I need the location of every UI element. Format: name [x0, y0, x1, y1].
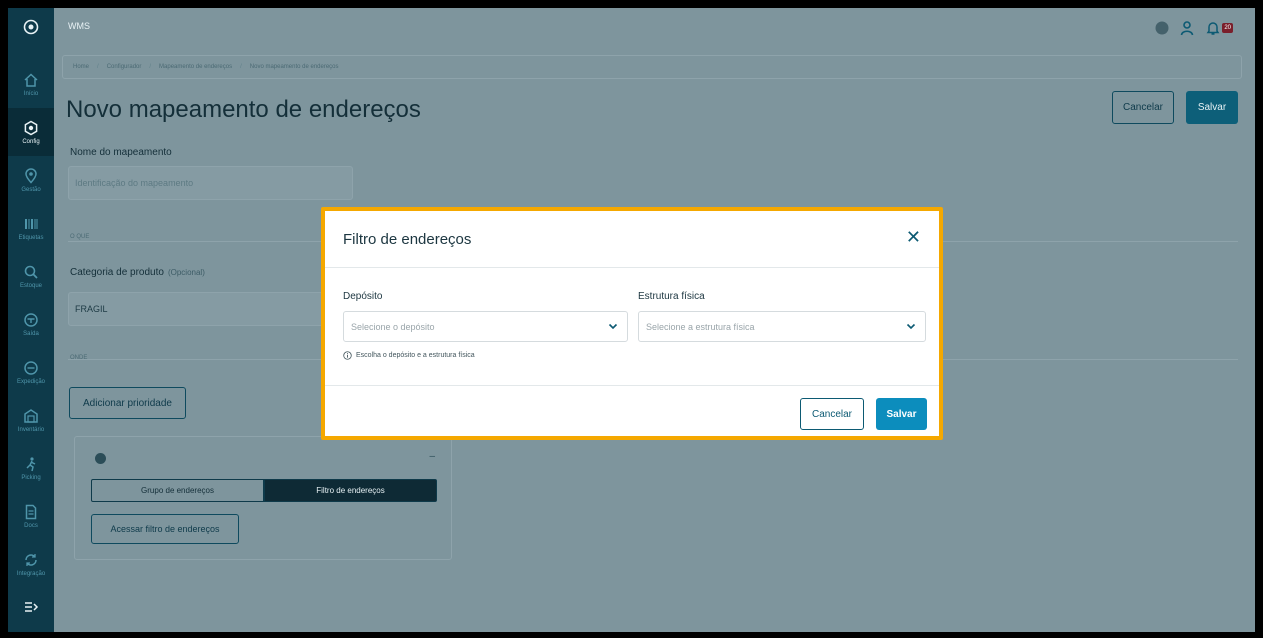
tab-address-group[interactable]: Grupo de endereços — [91, 479, 264, 502]
logo-icon — [23, 19, 39, 35]
sidebar-item-label: Config — [22, 138, 40, 145]
breadcrumb: Home / Configurador / Mapeamento de ende… — [62, 55, 1242, 79]
modal-cancel-button[interactable]: Cancelar — [800, 398, 864, 430]
sidebar: Início Config Gestão Etiquetas Estoque S… — [8, 8, 54, 632]
box-out-icon — [24, 312, 38, 327]
chevron-down-icon — [608, 323, 618, 330]
priority-type-toggle: Grupo de endereços Filtro de endereços — [91, 479, 437, 502]
sidebar-item-label: Expedição — [16, 378, 46, 385]
sidebar-item-docs[interactable]: Docs — [8, 492, 54, 540]
breadcrumb-separator: / — [240, 64, 242, 70]
sidebar-item-label: Gestão — [21, 186, 41, 193]
priority-card: – Grupo de endereços Filtro de endereços… — [74, 436, 452, 560]
sidebar-item-label: Inventário — [17, 426, 45, 433]
sidebar-item-label: Picking — [21, 474, 41, 481]
sidebar-item-label: Etiquetas — [18, 234, 44, 241]
app-logo[interactable] — [8, 8, 54, 46]
breadcrumb-separator: / — [149, 64, 152, 70]
deposit-placeholder: Selecione o depósito — [351, 321, 435, 332]
structure-select[interactable]: Selecione a estrutura física — [638, 311, 926, 342]
save-button[interactable]: Salvar — [1186, 91, 1238, 124]
sidebar-item-picking[interactable]: Picking — [8, 444, 54, 492]
section-what-label: O QUE — [70, 234, 90, 240]
sidebar-expand[interactable] — [8, 588, 54, 626]
breadcrumb-current: Novo mapeamento de endereços — [249, 64, 339, 70]
access-address-filter-button[interactable]: Acessar filtro de endereços — [91, 514, 239, 544]
cancel-button[interactable]: Cancelar — [1112, 91, 1174, 124]
modal-save-button[interactable]: Salvar — [876, 398, 927, 430]
sidebar-item-inventario[interactable]: Inventário — [8, 396, 54, 444]
help-icon[interactable] — [1155, 21, 1169, 35]
top-bar: WMS 20 — [54, 8, 1255, 48]
sidebar-item-expedicao[interactable]: Expedição — [8, 348, 54, 396]
sidebar-item-integracao[interactable]: Integração — [8, 540, 54, 588]
app-name: WMS — [68, 21, 90, 31]
expand-menu-icon — [25, 602, 39, 612]
search-icon — [24, 265, 38, 279]
box-icon — [24, 360, 38, 375]
page-title: Novo mapeamento de endereços — [66, 96, 421, 123]
sidebar-item-gestao[interactable]: Gestão — [8, 156, 54, 204]
sidebar-item-etiquetas[interactable]: Etiquetas — [8, 204, 54, 252]
alert-icon — [95, 453, 106, 464]
breadcrumb-separator: / — [97, 64, 99, 70]
info-icon — [343, 351, 352, 360]
add-priority-button[interactable]: Adicionar prioridade — [69, 387, 186, 419]
notification-badge: 20 — [1222, 23, 1233, 33]
sidebar-item-saida[interactable]: Saída — [8, 300, 54, 348]
modal-divider — [325, 267, 939, 268]
deposit-select[interactable]: Selecione o depósito — [343, 311, 628, 342]
barcode-icon — [25, 218, 38, 229]
section-where-label: ONDE — [70, 355, 88, 361]
modal-hint-text: Escolha o depósito e a estrutura física — [356, 352, 475, 359]
picking-icon — [26, 456, 36, 471]
modal-title: Filtro de endereços — [343, 231, 472, 248]
sidebar-item-home[interactable]: Início — [8, 60, 54, 108]
bell-icon — [1206, 22, 1220, 35]
sidebar-item-label: Início — [23, 90, 39, 97]
collapse-icon[interactable]: – — [429, 451, 435, 462]
deposit-label: Depósito — [343, 291, 383, 302]
breadcrumb-mapeamento[interactable]: Mapeamento de endereços — [159, 64, 232, 70]
sidebar-item-estoque[interactable]: Estoque — [8, 252, 54, 300]
location-icon — [25, 167, 37, 184]
sidebar-item-label: Docs — [24, 522, 38, 529]
close-icon[interactable]: ✕ — [906, 227, 921, 248]
category-select[interactable]: FRAGIL — [68, 292, 338, 326]
category-optional: (Opcional) — [167, 268, 205, 277]
sidebar-item-label: Integração — [16, 570, 46, 577]
home-icon — [24, 72, 38, 87]
mapping-name-input[interactable]: Identificação do mapeamento — [68, 166, 353, 200]
sync-icon — [25, 553, 37, 566]
top-bar-actions: 20 — [1155, 20, 1233, 36]
warehouse-icon — [24, 408, 38, 423]
user-icon[interactable] — [1179, 20, 1195, 36]
breadcrumb-home[interactable]: Home — [73, 64, 89, 70]
sidebar-item-label: Saída — [23, 330, 39, 337]
category-label: Categoria de produto (Opcional) — [70, 267, 205, 278]
tab-address-filter[interactable]: Filtro de endereços — [264, 479, 437, 502]
app-frame: Início Config Gestão Etiquetas Estoque S… — [8, 8, 1255, 632]
notifications[interactable]: 20 — [1205, 20, 1233, 36]
category-label-text: Categoria de produto — [70, 267, 164, 278]
structure-placeholder: Selecione a estrutura física — [646, 321, 755, 332]
modal-hint: Escolha o depósito e a estrutura física — [343, 351, 475, 360]
chevron-down-icon — [906, 323, 916, 330]
address-filter-modal: Filtro de endereços ✕ Depósito Selecione… — [321, 207, 943, 440]
document-icon — [25, 504, 37, 519]
settings-icon — [24, 120, 38, 135]
modal-divider — [325, 385, 939, 386]
sidebar-item-config[interactable]: Config — [8, 108, 54, 156]
breadcrumb-configurador[interactable]: Configurador — [107, 64, 142, 70]
structure-label: Estrutura física — [638, 291, 705, 302]
sidebar-item-label: Estoque — [19, 282, 43, 289]
mapping-name-label: Nome do mapeamento — [70, 147, 172, 158]
